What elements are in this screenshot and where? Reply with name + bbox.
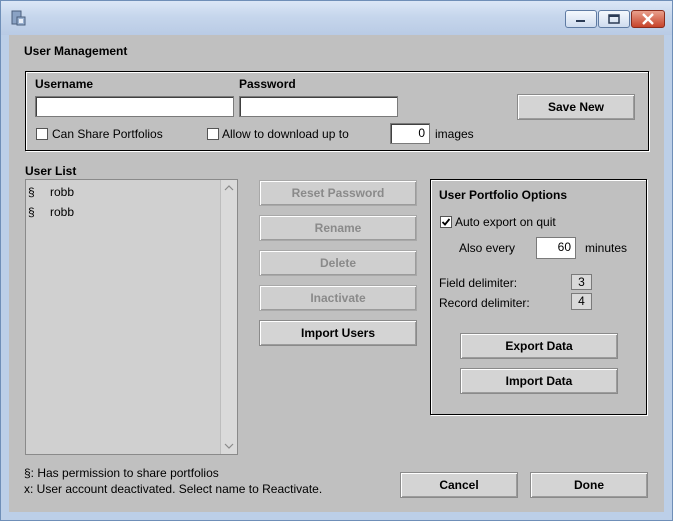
record-delimiter-label: Record delimiter: xyxy=(439,296,530,310)
list-item[interactable]: § robb xyxy=(28,185,218,201)
close-button[interactable] xyxy=(631,10,665,28)
scroll-up-icon xyxy=(224,185,234,191)
also-every-label: Also every xyxy=(459,241,516,255)
share-mark: § xyxy=(28,205,35,219)
user-name: robb xyxy=(50,205,75,219)
scroll-down-icon xyxy=(224,443,234,449)
delete-button[interactable]: Delete xyxy=(259,250,417,276)
user-management-window: User Management Username Password Save N… xyxy=(0,0,673,521)
portfolio-options-group: User Portfolio Options Auto export on qu… xyxy=(430,179,647,415)
user-name: robb xyxy=(50,185,75,199)
minimize-button[interactable] xyxy=(565,10,597,28)
auto-export-label: Auto export on quit xyxy=(455,215,556,229)
window-frame-left xyxy=(1,35,9,520)
field-delimiter-label: Field delimiter: xyxy=(439,276,518,290)
window-frame-bottom xyxy=(1,512,672,520)
minutes-input[interactable]: 60 xyxy=(536,237,576,259)
password-input[interactable] xyxy=(239,96,398,117)
import-users-button[interactable]: Import Users xyxy=(259,320,417,346)
done-button[interactable]: Done xyxy=(530,472,648,498)
field-delimiter-value[interactable]: 3 xyxy=(571,274,592,290)
app-icon xyxy=(11,10,26,26)
save-new-button[interactable]: Save New xyxy=(517,94,635,120)
maximize-icon xyxy=(608,14,620,24)
title-bar[interactable] xyxy=(1,1,672,35)
allow-download-checkbox[interactable] xyxy=(207,128,219,140)
new-user-group: Username Password Save New Can Share Por… xyxy=(25,71,649,151)
username-label: Username xyxy=(35,77,94,91)
checkmark-icon xyxy=(441,218,451,226)
can-share-checkbox[interactable] xyxy=(36,128,48,140)
list-item[interactable]: § robb xyxy=(28,205,218,221)
import-data-button[interactable]: Import Data xyxy=(460,368,618,394)
legend-deactivated: x: User account deactivated. Select name… xyxy=(24,482,323,496)
images-label: images xyxy=(435,127,474,141)
rename-button[interactable]: Rename xyxy=(259,215,417,241)
record-delimiter-value[interactable]: 4 xyxy=(571,293,592,310)
dialog-client-area: User Management Username Password Save N… xyxy=(9,35,664,512)
minutes-label: minutes xyxy=(585,241,628,255)
password-label: Password xyxy=(239,77,296,91)
cancel-button[interactable]: Cancel xyxy=(400,472,518,498)
reset-password-button[interactable]: Reset Password xyxy=(259,180,417,206)
legend-share: §: Has permission to share portfolios xyxy=(24,466,219,480)
minutes-value: 60 xyxy=(557,240,571,254)
can-share-label: Can Share Portfolios xyxy=(52,127,163,141)
export-data-button[interactable]: Export Data xyxy=(460,333,618,359)
username-input[interactable] xyxy=(35,96,234,117)
user-list-scrollbar[interactable] xyxy=(220,180,237,454)
user-list[interactable]: § robb § robb xyxy=(25,179,238,455)
inactivate-button[interactable]: Inactivate xyxy=(259,285,417,311)
allow-download-label: Allow to download up to xyxy=(222,127,349,141)
portfolio-options-title: User Portfolio Options xyxy=(439,188,568,202)
section-title: User Management xyxy=(24,44,128,58)
download-count-input[interactable]: 0 xyxy=(390,123,430,144)
maximize-button[interactable] xyxy=(598,10,630,28)
share-mark: § xyxy=(28,185,35,199)
close-icon xyxy=(642,13,654,25)
window-frame-right xyxy=(664,35,672,520)
auto-export-checkbox[interactable] xyxy=(440,216,452,228)
user-list-label: User List xyxy=(25,164,77,178)
download-count-value: 0 xyxy=(418,126,425,140)
minimize-icon xyxy=(576,20,585,22)
